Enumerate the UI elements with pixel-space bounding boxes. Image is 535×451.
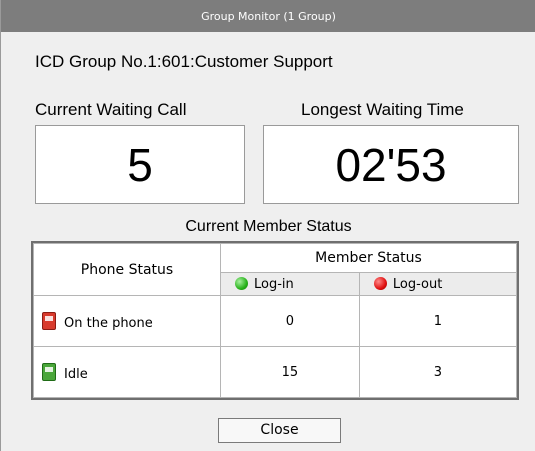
current-waiting-call-value: 5 xyxy=(35,125,245,204)
logout-status-icon xyxy=(373,276,387,290)
login-label: Log-in xyxy=(254,276,294,292)
window-title: Group Monitor (1 Group) xyxy=(1,0,535,32)
member-status-table: Phone Status Member Status Log-in Log-ou… xyxy=(31,241,519,400)
red-phone-icon xyxy=(42,311,56,330)
group-name: ICD Group No.1:601:Customer Support xyxy=(35,52,333,71)
longest-waiting-time-label: Longest Waiting Time xyxy=(301,100,464,119)
row-label: Idle xyxy=(64,366,88,382)
login-count: 0 xyxy=(220,295,360,347)
logout-count: 3 xyxy=(358,346,518,398)
phone-status-header: Phone Status xyxy=(33,243,221,296)
login-status-icon xyxy=(235,276,248,290)
logout-count: 1 xyxy=(358,295,518,347)
table-row: On the phone 0 1 xyxy=(33,295,518,347)
close-button[interactable]: Close xyxy=(218,418,341,443)
group-monitor-window: Group Monitor (1 Group) ICD Group No.1:6… xyxy=(0,0,535,451)
green-phone-icon xyxy=(42,362,56,381)
login-count: 15 xyxy=(220,346,360,398)
member-status-title: Current Member Status xyxy=(185,218,352,235)
login-header: Log-in xyxy=(220,272,360,296)
logout-label: Log-out xyxy=(392,276,443,292)
longest-waiting-time-value: 02'53 xyxy=(263,125,519,204)
member-status-header: Member Status xyxy=(220,243,517,273)
table-row: Idle 15 3 xyxy=(33,346,518,398)
logout-header: Log-out xyxy=(358,272,518,296)
row-label: On the phone xyxy=(64,315,153,331)
current-waiting-call-label: Current Waiting Call xyxy=(35,100,187,119)
row-label-cell: On the phone xyxy=(33,295,221,347)
row-label-cell: Idle xyxy=(33,346,221,398)
